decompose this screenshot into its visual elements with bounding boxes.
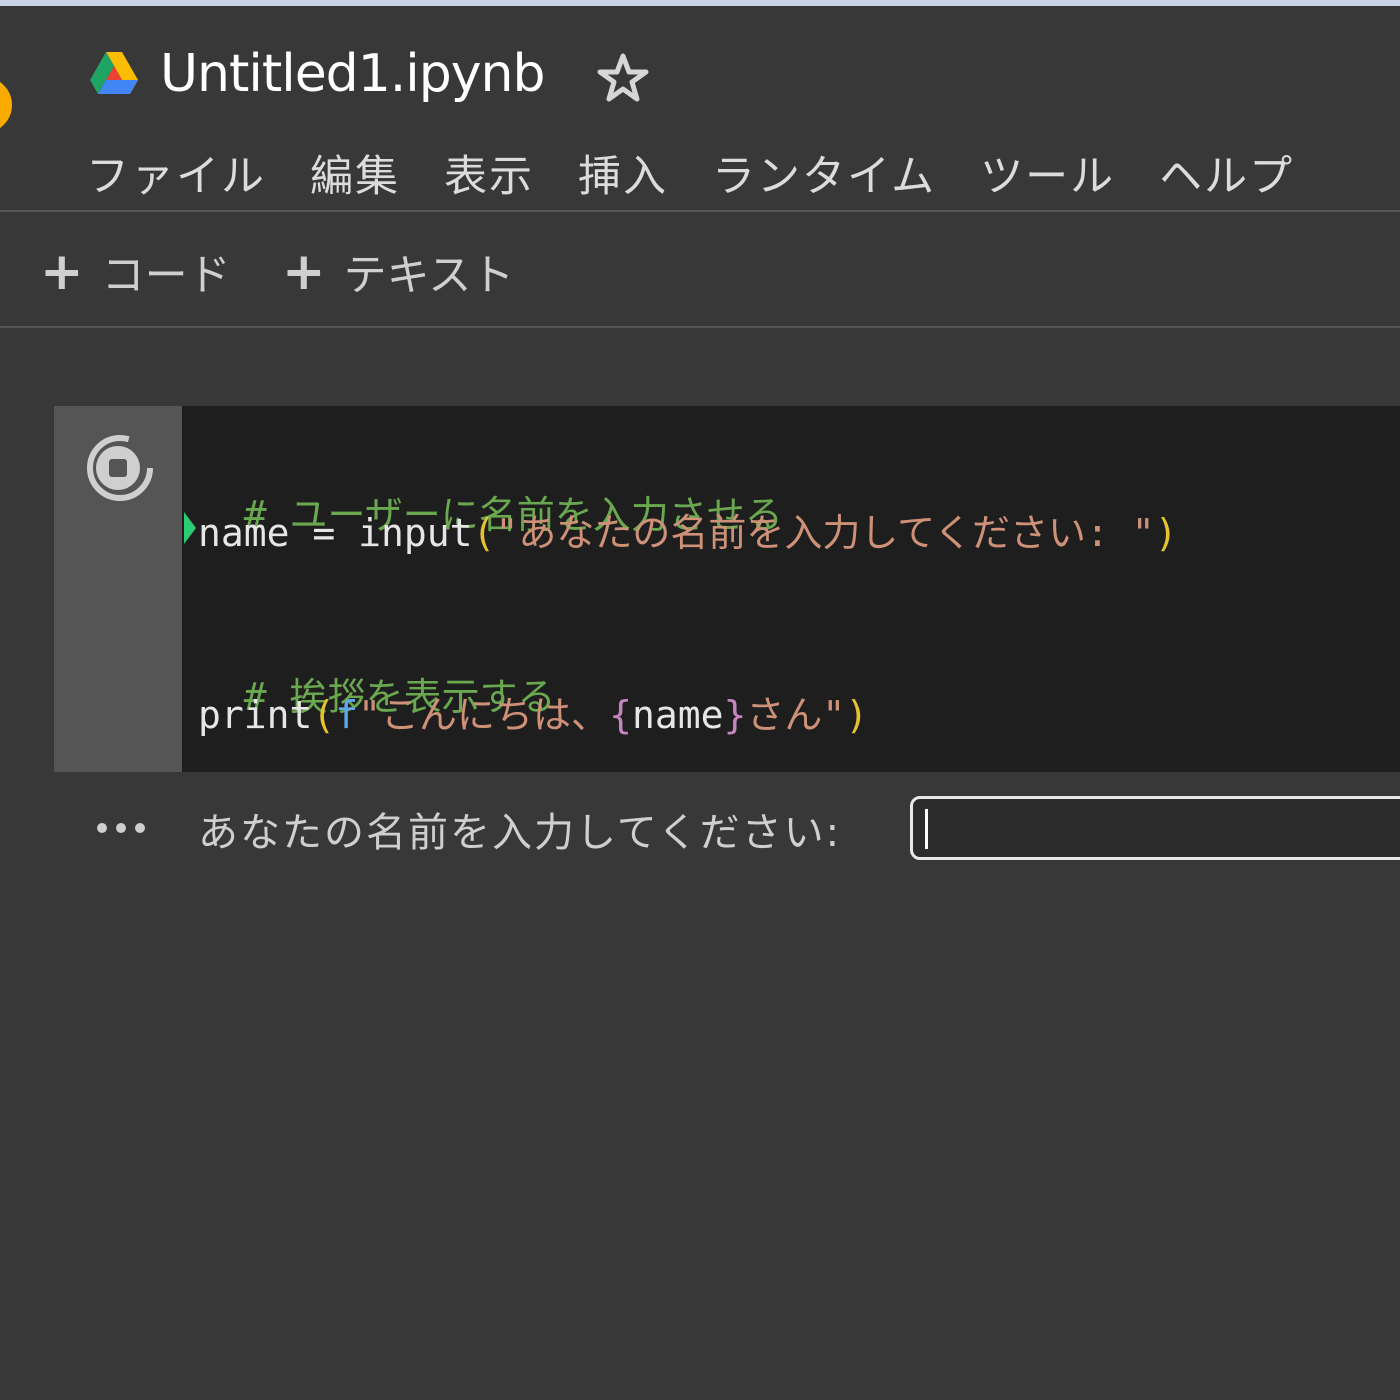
add-code-label: コード — [101, 251, 231, 301]
code-string: "あなたの名前を入力してください: " — [495, 511, 1155, 555]
notebook-header: Untitled1.ipynb ファイル 編集 表示 挿入 ランタイム ツール … — [0, 6, 1400, 212]
code-token: = — [289, 511, 359, 555]
code-token: } — [723, 693, 747, 737]
menu-bar: ファイル 編集 表示 挿入 ランタイム ツール ヘルプ — [86, 142, 1294, 202]
input-prompt: あなたの名前を入力してください: — [198, 810, 842, 856]
plus-icon: + — [40, 242, 84, 302]
menu-runtime[interactable]: ランタイム — [712, 142, 936, 202]
stop-icon[interactable] — [86, 428, 162, 512]
code-token: ( — [312, 693, 336, 737]
code-token: { — [609, 693, 632, 737]
code-string: "こんにちは、 — [358, 693, 610, 737]
cursor-line-marker — [184, 512, 196, 544]
menu-help[interactable]: ヘルプ — [1159, 142, 1294, 202]
toolbar: + コード + テキスト — [0, 212, 1400, 326]
stdin-input[interactable] — [910, 796, 1400, 860]
code-line-5: print(f"こんにちは、{name}さん") — [198, 684, 868, 739]
add-code-button[interactable]: + コード — [40, 242, 231, 302]
code-token: name — [631, 693, 724, 737]
code-token: print — [198, 693, 313, 737]
code-token: ( — [472, 511, 496, 555]
add-text-button[interactable]: + テキスト — [282, 242, 514, 302]
code-string: さん" — [746, 693, 846, 737]
code-token: ) — [845, 693, 869, 737]
drive-icon[interactable] — [88, 50, 140, 96]
menu-insert[interactable]: 挿入 — [578, 142, 668, 202]
code-token: ) — [1154, 511, 1178, 555]
code-token: name — [198, 511, 290, 555]
menu-tools[interactable]: ツール — [980, 142, 1115, 202]
text-caret — [925, 809, 928, 849]
add-text-label: テキスト — [343, 251, 515, 301]
notebook-title[interactable]: Untitled1.ipynb — [160, 44, 545, 104]
code-token: input — [358, 511, 473, 555]
code-token: f — [335, 693, 359, 737]
colab-logo-icon[interactable] — [0, 66, 32, 144]
menu-edit[interactable]: 編集 — [310, 142, 400, 202]
plus-icon: + — [282, 242, 326, 302]
menu-view[interactable]: 表示 — [444, 142, 534, 202]
star-icon[interactable] — [596, 52, 650, 104]
menu-file[interactable]: ファイル — [86, 142, 266, 202]
code-line-2: name = input("あなたの名前を入力してください: ") — [198, 502, 1178, 557]
toolbar-divider — [0, 326, 1400, 328]
more-dots-icon[interactable] — [94, 816, 150, 840]
